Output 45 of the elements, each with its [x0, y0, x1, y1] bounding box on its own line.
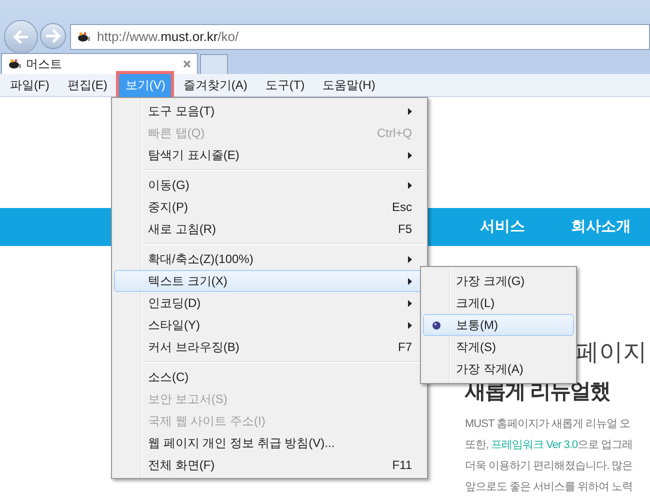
menu-item[interactable]: 스타일(Y) — [114, 314, 425, 336]
paragraph-line: 더욱 이용하기 편리해졌습니다. 많은 — [465, 459, 634, 474]
paragraph-line: 또한, 프레임워크 Ver 3.0으로 업그레 — [465, 438, 634, 453]
submenu-arrow-icon — [408, 256, 412, 262]
site-logo-icon — [8, 58, 22, 70]
address-field[interactable]: http://www.must.or.kr/ko/ — [70, 24, 650, 50]
menu-item[interactable]: 보통(M) — [423, 314, 574, 336]
menu-item[interactable]: 작게(S) — [423, 336, 574, 358]
back-arrow-icon — [13, 30, 29, 44]
menu-item[interactable]: 웹 페이지 개인 정보 취급 방침(V)... — [114, 432, 425, 454]
submenu-arrow-icon — [408, 108, 412, 114]
submenu-arrow-icon — [408, 278, 412, 284]
menu-bar-item[interactable]: 즐겨찾기(A) — [177, 74, 254, 96]
menu-bar-item[interactable]: 도구(T) — [259, 74, 311, 96]
menu-item[interactable]: 크게(L) — [423, 292, 574, 314]
back-button[interactable] — [4, 20, 38, 54]
browser-tab[interactable]: 머스트 — [1, 53, 198, 74]
paragraph-line: MUST 홈페이지가 새롭게 리뉴얼 오 — [465, 417, 632, 432]
forward-arrow-icon — [45, 29, 61, 43]
menu-bar-item[interactable]: 편집(E) — [61, 74, 114, 96]
new-tab-button[interactable] — [200, 54, 228, 74]
url-text: http://www.must.or.kr/ko/ — [97, 28, 239, 46]
menu-item[interactable]: 도구 모음(T) — [114, 100, 425, 122]
menu-bar-item[interactable]: 파일(F) — [4, 74, 56, 96]
submenu-arrow-icon — [408, 300, 412, 306]
headline-text: 페이지 — [575, 338, 647, 368]
menu-item[interactable]: 인코딩(D) — [114, 292, 425, 314]
menu-bar-item[interactable]: 도움말(H) — [316, 74, 382, 96]
forward-button[interactable] — [40, 23, 66, 49]
menu-item[interactable]: 이동(G) — [114, 174, 425, 196]
menu-item[interactable]: 탐색기 표시줄(E) — [114, 144, 425, 166]
paragraph-line: 앞으로도 좋은 서비스를 위하여 노력 — [465, 480, 634, 495]
menu-item[interactable]: 가장 작게(A) — [423, 358, 574, 380]
submenu-arrow-icon — [408, 322, 412, 328]
site-logo-icon — [77, 31, 91, 43]
menu-item[interactable]: 전체 화면(F) F11 — [114, 454, 425, 476]
radio-dot-icon — [432, 320, 441, 330]
tab-title: 머스트 — [26, 56, 63, 73]
menu-item[interactable]: 확대/축소(Z)(100%) — [114, 248, 425, 270]
close-icon[interactable] — [183, 60, 191, 68]
menu-item[interactable]: 중지(P) Esc — [114, 196, 425, 218]
menu-item[interactable]: 가장 크게(G) — [423, 270, 574, 292]
submenu-arrow-icon — [408, 182, 412, 188]
submenu-arrow-icon — [408, 152, 412, 158]
menu-item[interactable]: 새로 고침(R) F5 — [114, 218, 425, 240]
